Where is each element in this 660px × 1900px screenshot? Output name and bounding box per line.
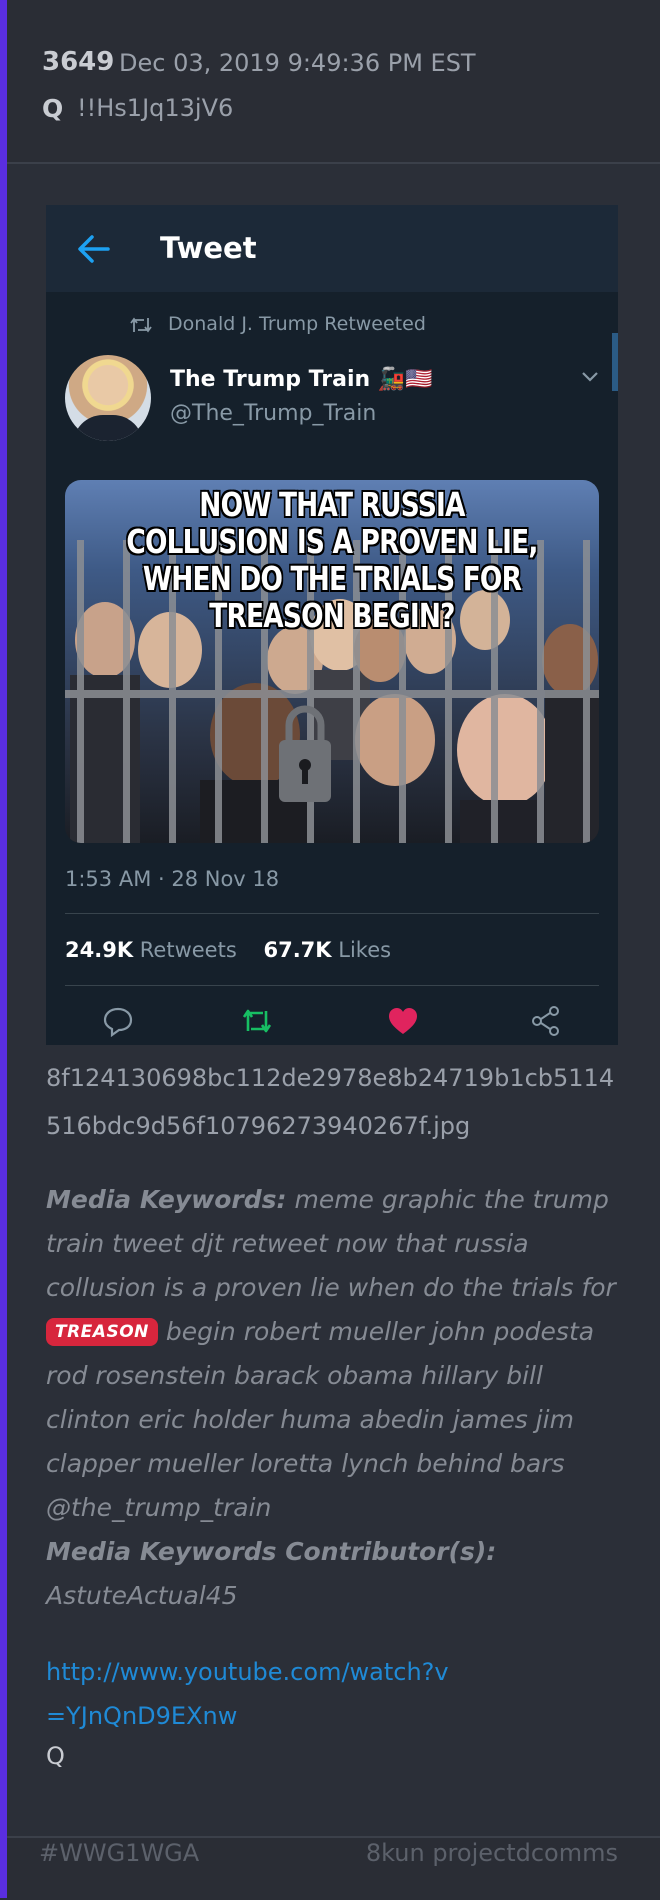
user-handle[interactable]: @The_Trump_Train (170, 401, 376, 426)
post-number: 3649 (42, 47, 115, 77)
retweet-label: Donald J. Trump Retweeted (168, 313, 426, 335)
tripcode: !!Hs1Jq13jV6 (77, 94, 234, 122)
divider (65, 985, 599, 986)
scroll-indicator (612, 333, 618, 391)
contributor-label: Media Keywords Contributor(s): (46, 1537, 497, 1566)
filename-line-1: 8f124130698bc112de2978e8b24719b1cb5114 (46, 1064, 615, 1092)
meme-caption: NOW THAT RUSSIA COLLUSION IS A PROVEN LI… (126, 485, 538, 635)
likes-count[interactable]: 67.7K (263, 938, 331, 962)
avatar-shoulders (73, 415, 143, 441)
contributor-name: AstuteActual45 (46, 1581, 238, 1610)
filename-line-2: 516bdc9d56f10796273940267f.jpg (46, 1112, 471, 1140)
retweet-icon[interactable] (241, 1005, 273, 1037)
avatar[interactable] (65, 355, 151, 441)
author-label: Q (42, 94, 64, 123)
tweet-screenshot[interactable]: Tweet Donald J. Trump Retweeted The Trum… (46, 205, 618, 1045)
post-date: Dec 03, 2019 9:49:36 PM EST (119, 49, 476, 77)
media-keywords: Media Keywords: meme graphic the trump t… (46, 1178, 626, 1530)
share-icon[interactable] (530, 1005, 562, 1037)
retweets-count[interactable]: 24.9K (65, 938, 133, 962)
media-keywords-text-continued: begin robert mueller john podesta rod ro… (46, 1317, 595, 1522)
meme-image[interactable]: NOW THAT RUSSIA COLLUSION IS A PROVEN LI… (65, 480, 599, 843)
tweet-stats: 24.9K Retweets 67.7K Likes (65, 938, 391, 962)
divider (65, 913, 599, 914)
retweets-label[interactable]: Retweets (140, 938, 237, 962)
back-arrow-icon[interactable] (76, 234, 110, 264)
reply-icon[interactable] (102, 1005, 134, 1037)
tweet-top-bar: Tweet (46, 205, 618, 292)
source-label[interactable]: 8kun projectdcomms (366, 1839, 618, 1867)
like-heart-icon[interactable] (387, 1005, 419, 1037)
tweet-header-title: Tweet (160, 231, 257, 265)
treason-badge: TREASON (46, 1318, 158, 1346)
hashtag[interactable]: #WWG1WGA (39, 1839, 199, 1867)
keywords-contributors: Media Keywords Contributor(s): AstuteAct… (46, 1530, 626, 1618)
youtube-link[interactable]: http://www.youtube.com/watch?v=YJnQnD9EX… (46, 1650, 466, 1738)
retweet-small-icon (130, 317, 152, 333)
likes-label[interactable]: Likes (338, 938, 391, 962)
chevron-down-icon[interactable] (581, 371, 599, 383)
image-filename[interactable]: 8f124130698bc112de2978e8b24719b1cb5114 5… (46, 1054, 626, 1150)
tweet-action-bar (46, 1005, 618, 1045)
post-signature: Q (46, 1742, 65, 1770)
tweet-timestamp[interactable]: 1:53 AM · 28 Nov 18 (65, 867, 279, 891)
post-header: 3649 Dec 03, 2019 9:49:36 PM EST Q !!Hs1… (7, 0, 660, 164)
media-keywords-label: Media Keywords: (46, 1185, 287, 1214)
display-name[interactable]: The Trump Train 🚂🇺🇸 (170, 367, 433, 392)
